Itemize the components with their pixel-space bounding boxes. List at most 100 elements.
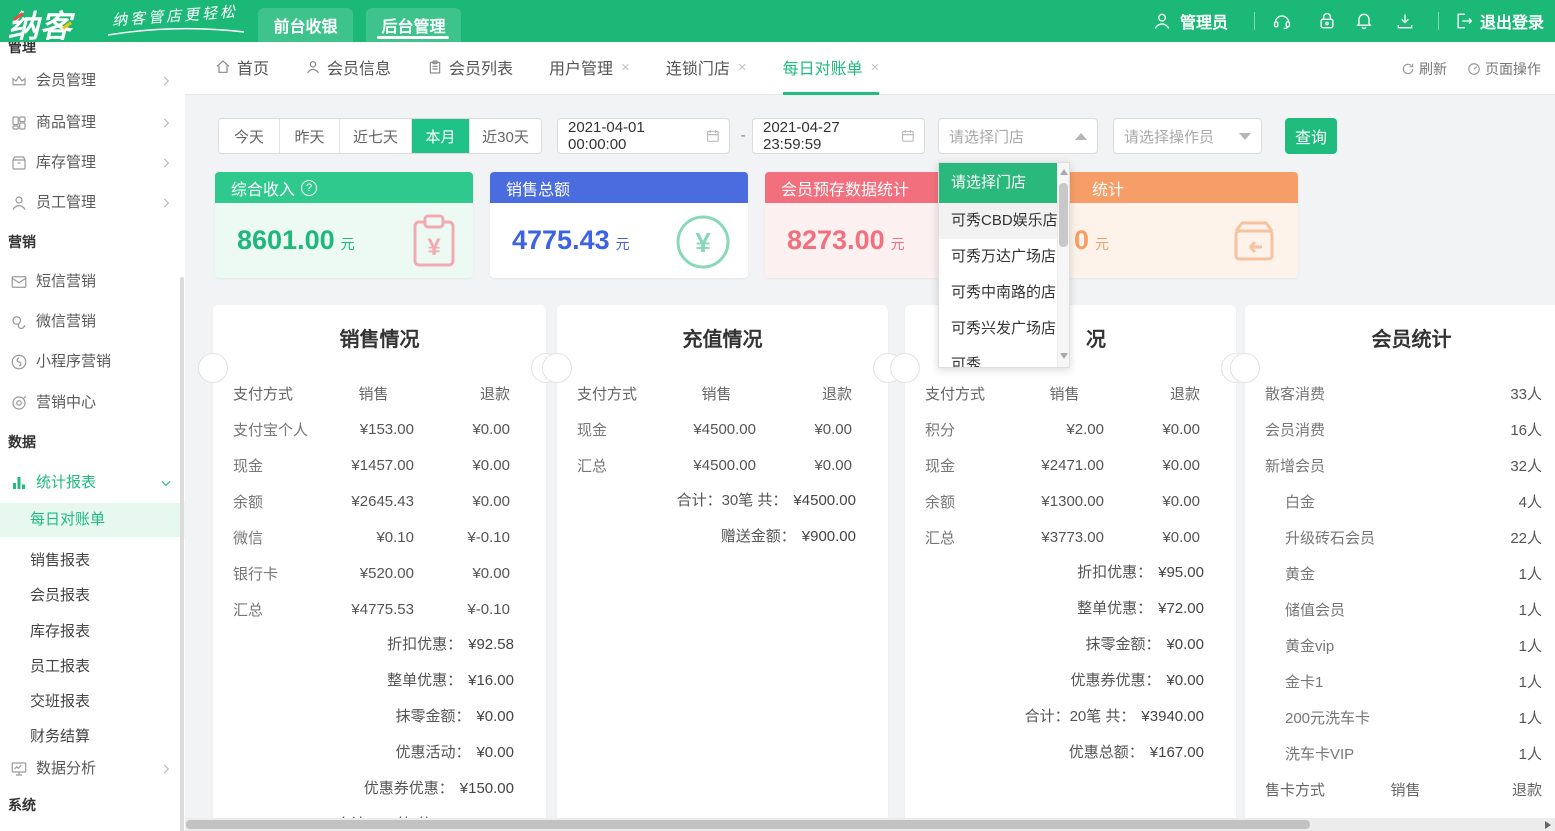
- operator-select[interactable]: 请选择操作员: [1113, 118, 1262, 154]
- refresh-label: 刷新: [1419, 59, 1447, 79]
- chevron-right-icon: [159, 74, 173, 88]
- col-refund: 退款: [1446, 779, 1542, 800]
- scroll-down-arrow[interactable]: [1060, 353, 1068, 359]
- sidebar-item-member-manage[interactable]: 会员管理: [0, 69, 185, 93]
- sidebar-section-marketing: 营销: [8, 230, 36, 254]
- summary-line: 抹零金额：¥0.00: [905, 627, 1236, 663]
- table-row: 微信¥0.10¥-0.10: [213, 519, 546, 555]
- sidebar-subitem-daily-statement[interactable]: 每日对账单: [0, 503, 185, 537]
- range-thismonth-button[interactable]: 本月: [411, 119, 469, 153]
- page-operations-button[interactable]: 页面操作: [1467, 59, 1541, 79]
- subitem-label: 会员报表: [0, 579, 185, 613]
- page-operations-label: 页面操作: [1485, 59, 1541, 79]
- tab-member-list[interactable]: 会员列表: [427, 42, 513, 95]
- tab-daily-statement[interactable]: 每日对账单 ×: [783, 42, 880, 95]
- calendar-icon[interactable]: [900, 128, 916, 144]
- col-sales: 销售: [333, 383, 414, 404]
- sidebar-scrollbar[interactable]: [180, 277, 184, 831]
- bell-icon[interactable]: [1354, 11, 1374, 31]
- range-last7days-button[interactable]: 近七天: [339, 119, 411, 153]
- dropdown-option-store-partial[interactable]: 可秀: [939, 347, 1069, 367]
- dropdown-option-store[interactable]: 可秀兴发广场店: [939, 311, 1069, 347]
- sidebar-item-stock-manage[interactable]: 库存管理: [0, 151, 185, 175]
- dropdown-scrollbar[interactable]: [1057, 163, 1069, 367]
- range-yesterday-button[interactable]: 昨天: [279, 119, 339, 153]
- screen: 纳客 纳客管店更轻松 前台收银 后台管理 管理员 退出登录 管理 会员管理: [0, 0, 1555, 831]
- range-last30days-button[interactable]: 近30天: [469, 119, 541, 153]
- sidebar-item-label: 商品管理: [36, 111, 96, 135]
- sidebar-item-sms-marketing[interactable]: 短信营销: [0, 270, 185, 294]
- sidebar-subitem-member-report[interactable]: 会员报表: [0, 579, 185, 613]
- start-datetime-input[interactable]: 2021-04-01 00:00:00: [557, 118, 730, 154]
- table-row: 银行卡¥520.00¥0.00: [213, 555, 546, 591]
- dropdown-option-store[interactable]: 可秀万达广场店: [939, 239, 1069, 275]
- sidebar-subitem-staff-report[interactable]: 员工报表: [0, 650, 185, 684]
- subitem-label: 销售报表: [0, 544, 185, 578]
- refresh-button[interactable]: 刷新: [1401, 59, 1447, 79]
- scrollbar-thumb[interactable]: [1059, 183, 1068, 247]
- summary-line: 整单优惠：¥16.00: [213, 663, 546, 699]
- scroll-right-arrow[interactable]: [1545, 821, 1551, 829]
- tab-user-manage[interactable]: 用户管理 ×: [549, 42, 630, 95]
- close-icon[interactable]: ×: [621, 59, 630, 76]
- store-select[interactable]: 请选择门店: [938, 118, 1098, 154]
- sidebar-item-goods-manage[interactable]: 商品管理: [0, 111, 185, 135]
- tab-home[interactable]: 首页: [215, 42, 269, 95]
- tab-label: 会员信息: [327, 55, 391, 79]
- tab-label: 会员列表: [449, 55, 513, 79]
- sidebar-item-marketing-center[interactable]: 营销中心: [0, 391, 185, 415]
- member-stats-panel: 会员统计 散客消费33人 会员消费16人 新增会员32人 白金4人 升级砖石会员…: [1245, 305, 1555, 831]
- sidebar-subitem-stock-report[interactable]: 库存报表: [0, 615, 185, 649]
- card-unit: 元: [1095, 234, 1109, 254]
- search-button[interactable]: 查询: [1285, 118, 1337, 154]
- sidebar-item-data-analysis[interactable]: 数据分析: [0, 757, 185, 781]
- current-user[interactable]: 管理员: [1180, 9, 1228, 33]
- home-icon: [215, 59, 231, 75]
- summary-line: 优惠券优惠：¥150.00: [213, 771, 546, 807]
- sidebar-item-statistic-reports[interactable]: 统计报表: [0, 471, 185, 495]
- front-cashier-button[interactable]: 前台收银: [258, 8, 353, 42]
- tab-member-info[interactable]: 会员信息: [305, 42, 391, 95]
- backend-manage-button[interactable]: 后台管理: [366, 8, 461, 42]
- sidebar-subitem-sales-report[interactable]: 销售报表: [0, 544, 185, 578]
- lock-icon[interactable]: [1317, 11, 1337, 31]
- gauge-icon: [1467, 62, 1481, 76]
- dropdown-option-placeholder[interactable]: 请选择门店: [939, 163, 1069, 203]
- sidebar-item-miniapp-marketing[interactable]: 小程序营销: [0, 350, 185, 374]
- sidebar-item-staff-manage[interactable]: 员工管理: [0, 191, 185, 215]
- close-icon[interactable]: ×: [738, 59, 747, 76]
- list-item: 洗车卡VIP1人: [1245, 735, 1555, 771]
- headset-icon[interactable]: [1272, 11, 1292, 31]
- table-header: 支付方式 销售 退款: [905, 375, 1236, 411]
- dropdown-option-store[interactable]: 可秀CBD娱乐店: [939, 203, 1069, 239]
- logout-button[interactable]: 退出登录: [1480, 9, 1544, 33]
- dropdown-option-store[interactable]: 可秀中南路的店: [939, 275, 1069, 311]
- close-icon[interactable]: ×: [871, 59, 880, 76]
- calendar-icon[interactable]: [705, 128, 721, 144]
- range-today-button[interactable]: 今天: [219, 119, 279, 153]
- sidebar-subitem-shift-report[interactable]: 交班报表: [0, 685, 185, 719]
- download-icon[interactable]: [1395, 11, 1415, 31]
- user-icon[interactable]: [1152, 11, 1172, 31]
- refresh-icon: [1401, 62, 1415, 76]
- tab-chain-stores[interactable]: 连锁门店 ×: [666, 42, 747, 95]
- table-row: 积分¥2.00¥0.00: [905, 411, 1236, 447]
- logout-icon[interactable]: [1454, 11, 1474, 31]
- list-item: 白金4人: [1245, 483, 1555, 519]
- sidebar-subitem-finance-settle[interactable]: 财务结算: [0, 720, 185, 754]
- sidebar-item-wechat-marketing[interactable]: 微信营销: [0, 310, 185, 334]
- summary-line: 赠送金额：¥900.00: [557, 519, 888, 555]
- svg-text:¥: ¥: [427, 234, 441, 261]
- help-icon[interactable]: ?: [301, 180, 317, 196]
- summary-line: 合计：30笔 共：¥4500.00: [557, 483, 888, 519]
- list-item: 新增会员32人: [1245, 447, 1555, 483]
- table-row: 支付宝个人¥153.00¥0.00: [213, 411, 546, 447]
- scrollbar-thumb[interactable]: [186, 820, 1310, 829]
- sidebar-item-label: 短信营销: [36, 270, 96, 294]
- card-value: 8273.00: [787, 225, 885, 256]
- horizontal-scrollbar[interactable]: [185, 818, 1555, 831]
- app-logo: 纳客: [8, 1, 72, 46]
- end-datetime-input[interactable]: 2021-04-27 23:59:59: [752, 118, 925, 154]
- scroll-up-arrow[interactable]: [1060, 169, 1068, 175]
- chevron-right-icon: [159, 156, 173, 170]
